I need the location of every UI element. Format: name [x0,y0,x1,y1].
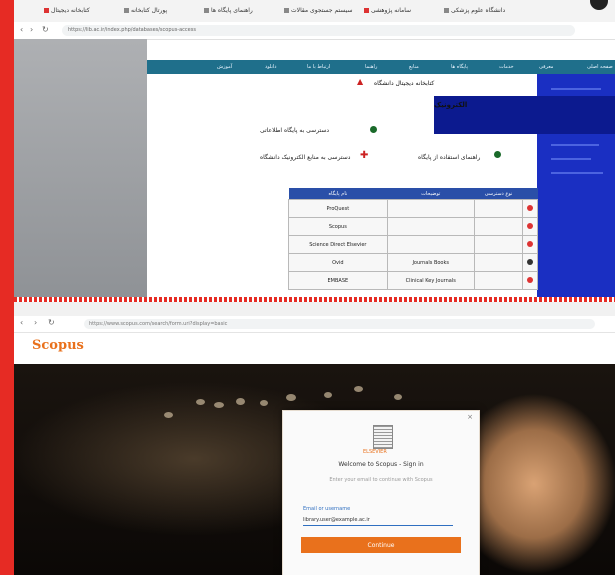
tab-favicon-icon [44,8,49,13]
back-icon[interactable]: ‹ [20,25,23,34]
browser-tab-bar: دانشگاه علوم پزشکی سامانه پژوهشی سیستم ج… [14,0,615,23]
table-row[interactable]: Scopus [288,217,538,236]
table-header [522,188,538,200]
tab[interactable]: سیستم جستجوی مقالات [284,4,362,18]
forward-icon[interactable]: › [30,25,33,34]
tab-favicon-icon [284,8,289,13]
back-icon[interactable]: ‹ [20,318,23,327]
bottom-browser-screenshot: ‹ › ↻ https://www.scopus.com/search/form… [14,302,615,575]
table-row[interactable]: Science Direct Elsevier [288,235,538,254]
db-name[interactable]: Scopus [288,217,388,236]
nav-item[interactable]: معرفی [539,60,553,74]
forward-icon[interactable]: › [34,318,37,327]
page-margin [14,39,147,297]
db-name[interactable]: EMBASE [288,271,388,290]
db-desc [386,199,475,218]
db-type [473,199,524,218]
nav-item[interactable]: ارتباط با ما [307,60,330,74]
email-field[interactable] [303,515,453,526]
scopus-logo[interactable]: Scopus [32,338,84,353]
db-name[interactable]: Science Direct Elsevier [288,235,388,254]
db-icon [527,276,534,283]
db-name[interactable]: ProQuest [288,199,388,218]
db-desc [386,235,475,254]
site-logo-icon: ▲ [357,77,364,86]
nav-item[interactable]: آموزش [217,60,232,74]
site-navigation: صفحه اصلی معرفی خدمات پایگاه ها منابع را… [147,60,615,74]
tab[interactable]: سامانه پژوهشی [364,4,442,18]
table-row[interactable]: Ovid Journals Books [288,253,538,272]
tab-favicon-icon [364,8,369,13]
table-header: نام پایگاه [288,188,388,200]
close-icon[interactable]: × [467,413,473,421]
db-desc [386,217,475,236]
table-row[interactable]: EMBASE Clinical Key Journals [288,271,538,290]
nav-item[interactable]: پایگاه ها [451,60,468,74]
nav-item[interactable]: منابع [409,60,419,74]
db-type [473,217,524,236]
plus-icon: ✚ [360,150,369,161]
bullet-icon [370,126,377,133]
resource-link[interactable]: راهنمای استفاده از پایگاه [418,154,480,161]
db-desc: Journals Books [386,253,475,272]
section-title: الکترونیک [434,101,468,109]
url-field[interactable]: https://lib.ac.ir/index.php/databases/sc… [62,25,575,36]
address-bar: ‹ › ↻ https://lib.ac.ir/index.php/databa… [14,22,615,40]
tab-favicon-icon [204,8,209,13]
continue-button[interactable]: Continue [301,537,461,553]
email-label: Email or username [303,506,351,512]
tab[interactable]: دانشگاه علوم پزشکی [444,4,584,18]
resource-link[interactable]: دسترسی به پایگاه اطلاعاتی [260,127,329,134]
nav-item[interactable]: دانلود [265,60,276,74]
db-desc: Clinical Key Journals [386,271,475,290]
nav-item[interactable]: خدمات [499,60,514,74]
db-icon [527,258,534,265]
reload-icon[interactable]: ↻ [42,25,49,34]
top-browser-screenshot: دانشگاه علوم پزشکی سامانه پژوهشی سیستم ج… [14,0,615,297]
tab[interactable]: کتابخانه دیجیتال [44,4,122,18]
login-dialog: × ELSEVIER Welcome to Scopus - Sign in E… [282,410,480,575]
db-type [473,235,524,254]
address-bar: ‹ › ↻ https://www.scopus.com/search/form… [14,316,615,333]
elsevier-logo-icon [373,425,393,449]
nav-item[interactable]: راهنما [365,60,377,74]
tab-favicon-icon [444,8,449,13]
site-header-title: کتابخانه دیجیتال دانشگاه [374,80,435,87]
nav-item[interactable]: صفحه اصلی [587,60,613,74]
resource-link[interactable]: دسترسی به منابع الکترونیک دانشگاه [260,154,350,161]
table-header: توضیحات [387,188,475,200]
db-icon [527,240,534,247]
publisher-name: ELSEVIER [363,449,387,455]
browser-tab-bar [14,302,615,317]
table-header: نوع دسترسی [474,188,523,200]
db-icon [527,222,534,229]
reload-icon[interactable]: ↻ [48,318,55,327]
db-icon [527,204,534,211]
login-heading: Welcome to Scopus - Sign in [338,461,424,468]
db-type [473,253,524,272]
tab[interactable]: پورتال کتابخانه [124,4,202,18]
db-type [473,271,524,290]
login-subheading: Enter your email to continue with Scopus [329,477,433,483]
tab[interactable]: راهنمای پایگاه ها [204,4,282,18]
tab-favicon-icon [124,8,129,13]
table-row[interactable]: ProQuest [288,199,538,218]
bullet-icon [494,151,501,158]
url-field[interactable]: https://www.scopus.com/search/form.uri?d… [84,319,595,329]
db-name[interactable]: Ovid [288,253,388,272]
database-table: نام پایگاه توضیحات نوع دسترسی ProQuest S… [288,188,538,290]
